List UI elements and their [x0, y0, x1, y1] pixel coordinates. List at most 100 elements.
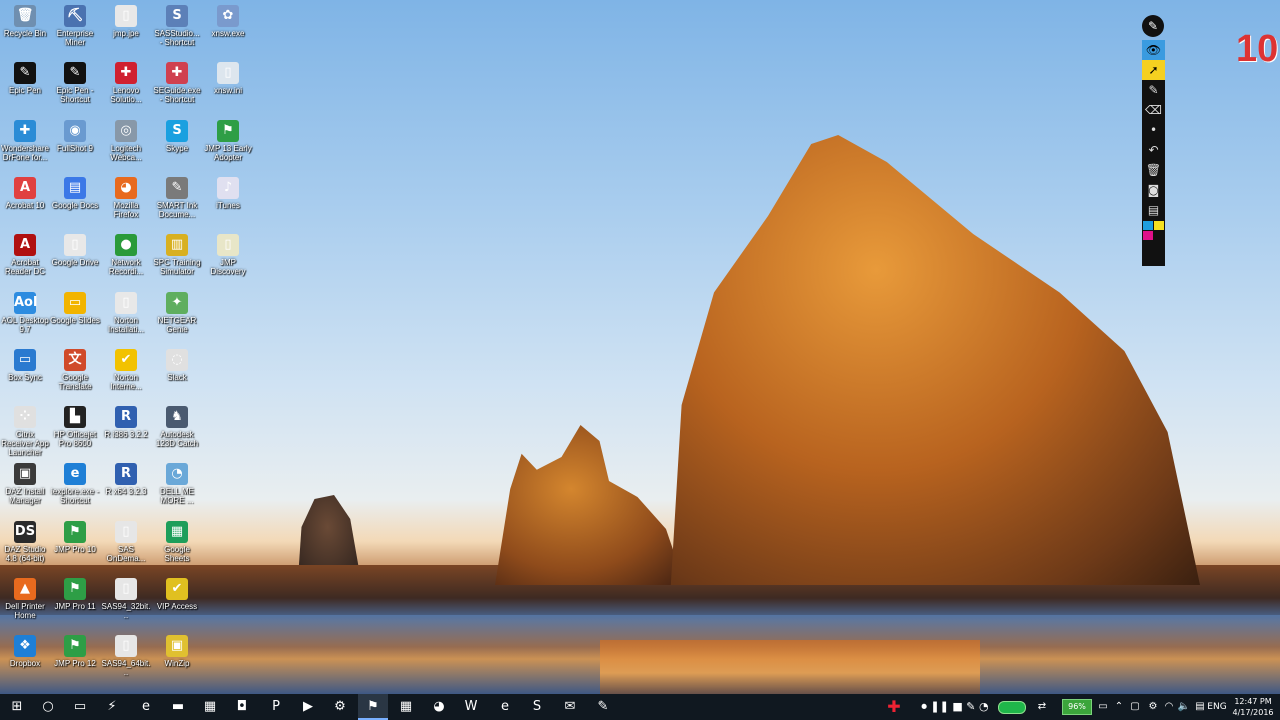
desktop-icon-acrobat-reader-dc[interactable]: A Acrobat Reader DC: [0, 234, 50, 276]
network-icon[interactable]: ⇄: [1032, 694, 1052, 720]
desktop-icon-jmp-jpe[interactable]: ▯ jmp.jpe: [101, 5, 151, 38]
desktop-icon-acrobat-10[interactable]: A Acrobat 10: [0, 176, 50, 210]
desktop-icon-norton-installati[interactable]: ▯ Norton Installati...: [101, 291, 151, 334]
eye-icon[interactable]: 👁: [1142, 40, 1165, 60]
color-swatch[interactable]: [1143, 231, 1153, 240]
desktop-icon-smart-ink-docume[interactable]: ✎ SMART Ink Docume...: [152, 176, 202, 219]
dot-icon[interactable]: •: [1142, 120, 1165, 140]
desktop-icon-dropbox[interactable]: ❖ Dropbox: [0, 635, 50, 668]
battery-indicator[interactable]: 96%: [1062, 699, 1092, 715]
desktop-icon-xnsw-exe[interactable]: ✿ xnsw.exe: [203, 5, 253, 38]
word-taskbar-icon[interactable]: W: [456, 694, 486, 720]
color-swatch[interactable]: [1154, 221, 1164, 230]
message-icon[interactable]: ▢: [1126, 694, 1144, 720]
desktop-icon-r-i386-3-2-2[interactable]: RR i386 3.2.2: [101, 406, 151, 439]
undo-icon[interactable]: ↶: [1142, 140, 1165, 160]
store-taskbar-icon[interactable]: ▦: [195, 694, 225, 720]
desktop-icon-logitech-webca[interactable]: ◎ Logitech Webca...: [101, 119, 151, 162]
desktop-icon-vip-access[interactable]: ✔ VIP Access: [152, 578, 202, 611]
ie-taskbar-icon[interactable]: e: [490, 694, 520, 720]
color-swatch[interactable]: [1143, 221, 1153, 230]
desktop-icon-sas-ondema[interactable]: ▯ SAS OnDema...: [101, 520, 151, 563]
pen-icon[interactable]: ✎: [1142, 80, 1165, 100]
show-hidden-icons[interactable]: ⌃: [1112, 694, 1126, 720]
power-meter[interactable]: [998, 701, 1026, 714]
desktop-icon-jmp-13-early-adopter[interactable]: ⚑ JMP 13 Early Adopter: [203, 119, 253, 162]
desktop-icon-skype[interactable]: S Skype: [152, 119, 202, 153]
powerpoint-taskbar-icon[interactable]: P: [261, 694, 291, 720]
recording-controls[interactable]: ⏺ ❚❚ ■ ✎ ◔: [920, 694, 990, 720]
desktop-icon-jmp-pro-12[interactable]: ⚑ JMP Pro 12: [50, 635, 100, 668]
calculator-taskbar-icon[interactable]: ▦: [391, 694, 421, 720]
small-sea-stack: [298, 495, 360, 575]
language-indicator[interactable]: ENG: [1206, 694, 1228, 720]
desktop-icon-jmp-pro-11[interactable]: ⚑ JMP Pro 11: [50, 578, 100, 611]
camera-icon[interactable]: ◙: [1142, 180, 1165, 200]
desktop-icon-sasstudio-shortcut[interactable]: S SASStudio... - Shortcut: [152, 5, 202, 47]
desktop-icon-xnsw-ini[interactable]: ▯ xnsw.ini: [203, 62, 253, 95]
clock[interactable]: 12:47 PM 4/17/2016: [1228, 696, 1278, 718]
board-icon[interactable]: ▤: [1142, 200, 1165, 220]
desktop-icon-iexplore-exe-shortcut[interactable]: e iexplore.exe - Shortcut: [50, 463, 100, 505]
desktop-icon-netgear-genie[interactable]: ✦ NETGEAR Genie: [152, 291, 202, 334]
task-view-button[interactable]: ▭: [65, 694, 95, 720]
desktop-icon-citrix-receiver-app-launcher[interactable]: ⁘ Citrix Receiver App Launcher: [0, 406, 50, 457]
desktop-icon-google-slides[interactable]: ▭ Google Slides: [50, 291, 100, 325]
file-explorer-taskbar-icon[interactable]: ▬: [163, 694, 193, 720]
desktop-icon-dell-printer-home[interactable]: ▲ Dell Printer Home: [0, 578, 50, 620]
desktop-icon-google-sheets[interactable]: ▦ Google Sheets: [152, 520, 202, 563]
firefox-taskbar-icon[interactable]: ◕: [424, 694, 454, 720]
desktop-icon-hp-officejet-pro-8600[interactable]: ▙ HP Officejet Pro 8600: [50, 406, 100, 448]
mail-taskbar-icon[interactable]: ✉: [555, 694, 585, 720]
desktop-icon-jmp-discovery[interactable]: ▯ JMP Discovery: [203, 234, 253, 276]
cursor-icon[interactable]: ➚: [1142, 60, 1165, 80]
trash-icon[interactable]: 🗑: [1142, 160, 1165, 180]
desktop-icon-sas94-64bit[interactable]: ▯ SAS94_64bit...: [101, 635, 151, 677]
edge-taskbar-icon[interactable]: e: [131, 694, 161, 720]
epic-pen-taskbar-icon[interactable]: ✎: [588, 694, 618, 720]
skype-taskbar-icon[interactable]: S: [522, 694, 552, 720]
desktop-icon-daz-install-manager[interactable]: ▣ DAZ Install Manager: [0, 463, 50, 505]
desktop-icon-wondershare-drfone-for[interactable]: ✚ Wondershare DrFone for...: [0, 119, 50, 162]
sticky-taskbar-icon[interactable]: ◘: [227, 694, 257, 720]
desktop-icon-fullshot-9[interactable]: ◉ FullShot 9: [50, 119, 100, 153]
color-swatch[interactable]: [1154, 231, 1164, 240]
desktop-icon-spc-training-simulator[interactable]: ▥ SPC Training Simulator: [152, 234, 202, 276]
desktop-icon-norton-interne[interactable]: ✔ Norton Interne...: [101, 348, 151, 391]
volume-icon[interactable]: 🔈: [1176, 694, 1192, 720]
desktop-icon-jmp-pro-10[interactable]: ⚑ JMP Pro 10: [50, 520, 100, 554]
desktop-icon-itunes[interactable]: ♪ iTunes: [203, 176, 253, 210]
highlighter-icon[interactable]: ⌫: [1142, 100, 1165, 120]
desktop-icon-dell-me-more[interactable]: ◔ DELL ME MORE ...: [152, 463, 202, 505]
desktop-icon-google-docs[interactable]: ▤ Google Docs: [50, 176, 100, 210]
desktop-icon-google-translate[interactable]: 文 Google Translate: [50, 348, 100, 391]
desktop-icon-network-recordi[interactable]: ● Network Recordi...: [101, 234, 151, 276]
settings-taskbar-icon[interactable]: ⚙: [325, 694, 355, 720]
desktop-icon-label: FullShot 9: [56, 143, 94, 153]
netgear-genie-icon: ✦: [166, 291, 188, 314]
desktop-icon-mozilla-firefox[interactable]: ◕ Mozilla Firefox: [101, 176, 151, 219]
desktop-icon-daz-studio-4-8-64-bit[interactable]: DS DAZ Studio 4.8 (64-bit): [0, 520, 50, 563]
desktop-icon-sas94-32bit[interactable]: ▯ SAS94_32bit...: [101, 578, 151, 620]
desktop-icon-recycle-bin[interactable]: 🗑 Recycle Bin: [0, 5, 50, 38]
display-icon[interactable]: ▭: [1094, 694, 1112, 720]
desktop-icon-slack[interactable]: ◌ Slack: [152, 348, 202, 382]
jmp-taskbar-icon[interactable]: ⚑: [358, 694, 388, 720]
pen-tip-icon[interactable]: ✎: [1142, 15, 1164, 37]
desktop-icon-winzip[interactable]: ▣ WinZip: [152, 635, 202, 668]
fast-typing-icon[interactable]: ⚡: [97, 694, 127, 720]
media-taskbar-icon[interactable]: ▶: [293, 694, 323, 720]
desktop-icon-box-sync[interactable]: ▭ Box Sync: [0, 348, 50, 382]
desktop-icon-epic-pen[interactable]: ✎ Epic Pen: [0, 62, 50, 95]
desktop-icon-enterprise-miner[interactable]: ⛏ Enterprise Miner: [50, 5, 100, 47]
search-button[interactable]: ○: [33, 694, 63, 720]
start-button[interactable]: ⊞: [2, 694, 32, 720]
desktop-icon-r-x64-3-2-3[interactable]: RR x64 3.2.3: [101, 463, 151, 496]
desktop-icon-google-drive[interactable]: ▯ Google Drive: [50, 234, 100, 267]
desktop-icon-lenovo-solutio[interactable]: ✚ Lenovo Solutio...: [101, 62, 151, 104]
desktop-icon-epic-pen-shortcut[interactable]: ✎ Epic Pen - Shortcut: [50, 62, 100, 104]
desktop-icon-autodesk-123d-catch[interactable]: ♞ Autodesk 123D Catch: [152, 406, 202, 448]
desktop-icon-seguide-exe-shortcut[interactable]: ✚ SEGuide.exe - Shortcut: [152, 62, 202, 104]
lenovo-tray-icon[interactable]: ✚: [880, 694, 908, 720]
desktop-icon-aol-desktop-9-7[interactable]: Aol AOL Desktop 9.7: [0, 291, 50, 334]
